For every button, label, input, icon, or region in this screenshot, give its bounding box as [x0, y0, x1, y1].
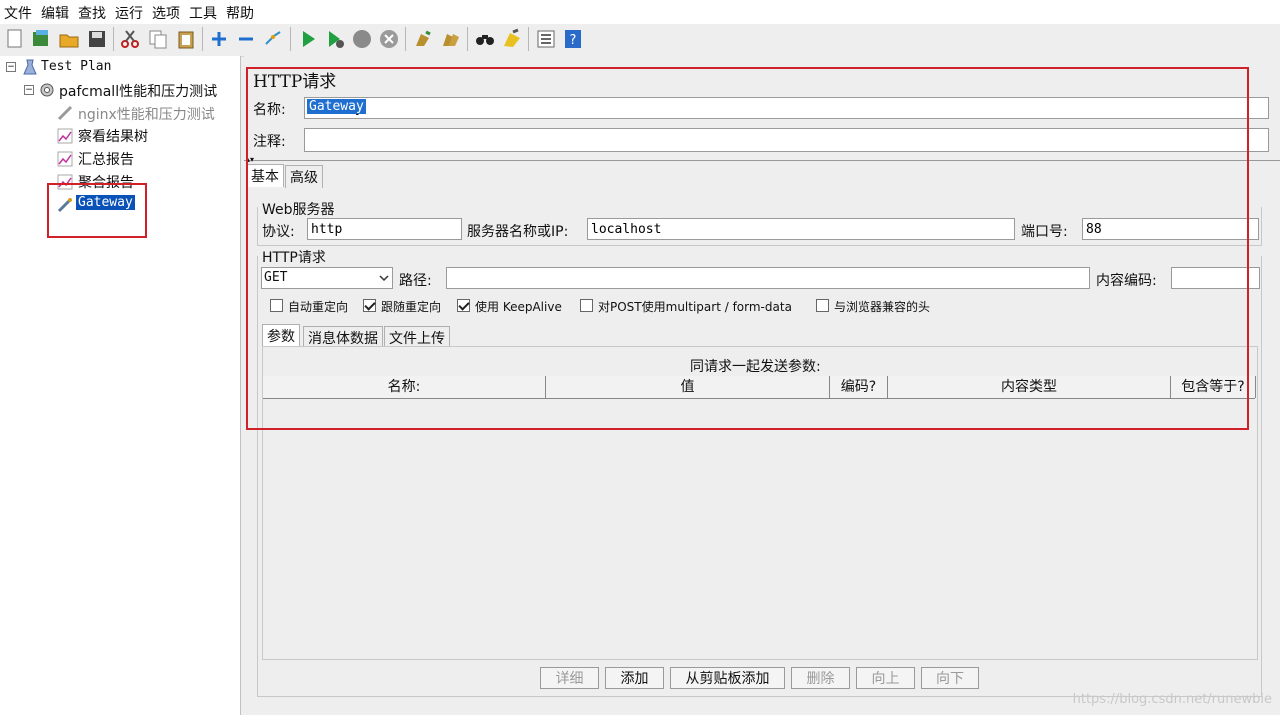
- watermark: https://blog.csdn.net/runewbie: [1072, 692, 1272, 707]
- collapse-icon[interactable]: [235, 28, 257, 50]
- clear-all-icon[interactable]: [440, 28, 462, 50]
- toggle-icon[interactable]: [262, 28, 284, 50]
- menu-options[interactable]: 选项: [152, 3, 180, 23]
- add-button[interactable]: 添加: [605, 667, 664, 689]
- stop-icon[interactable]: [351, 28, 373, 50]
- menu-edit[interactable]: 编辑: [41, 3, 69, 23]
- cut-icon[interactable]: [119, 28, 141, 50]
- highlight-box-panel: [246, 67, 1249, 430]
- menu-search[interactable]: 查找: [78, 3, 106, 23]
- clear-icon[interactable]: [412, 28, 434, 50]
- save-icon[interactable]: [86, 28, 108, 50]
- toolbar-separator: [113, 27, 114, 51]
- templates-icon[interactable]: [30, 28, 52, 50]
- add-from-clipboard-button[interactable]: 从剪贴板添加: [670, 667, 785, 689]
- svg-text:?: ?: [570, 33, 577, 48]
- menu-run[interactable]: 运行: [115, 3, 143, 23]
- function-helper-icon[interactable]: [535, 28, 557, 50]
- help-icon[interactable]: ?: [562, 28, 584, 50]
- shutdown-icon[interactable]: [378, 28, 400, 50]
- toolbar-separator: [467, 27, 468, 51]
- tree-item-view-results-tree[interactable]: 察看结果树: [78, 126, 148, 146]
- test-plan-icon: [23, 59, 37, 75]
- expand-icon[interactable]: [208, 28, 230, 50]
- reset-search-icon[interactable]: [501, 28, 523, 50]
- highlight-box-tree: [47, 183, 147, 238]
- menu-file[interactable]: 文件: [4, 3, 32, 23]
- detail-button[interactable]: 详细: [540, 667, 599, 689]
- down-button[interactable]: 向下: [921, 667, 979, 689]
- disabled-sampler-icon: [57, 105, 73, 121]
- menu-bar: 文件 编辑 查找 运行 选项 工具 帮助: [0, 0, 1280, 24]
- menu-tools[interactable]: 工具: [189, 3, 217, 23]
- tree-item-thread-group[interactable]: pafcmall性能和压力测试: [59, 81, 217, 101]
- start-no-pause-icon[interactable]: [324, 28, 346, 50]
- toolbar: ?: [0, 24, 1280, 57]
- up-button[interactable]: 向上: [856, 667, 915, 689]
- new-icon[interactable]: [4, 28, 26, 50]
- tree-item-nginx[interactable]: nginx性能和压力测试: [78, 104, 215, 124]
- thread-group-gear-icon: [40, 83, 54, 97]
- collapse-toggle-icon[interactable]: −: [6, 62, 16, 72]
- menu-help[interactable]: 帮助: [226, 3, 254, 23]
- toolbar-separator: [202, 27, 203, 51]
- paste-icon[interactable]: [175, 28, 197, 50]
- test-plan-tree: − Test Plan − pafcmall性能和压力测试 nginx性能和压力…: [0, 56, 241, 715]
- delete-button[interactable]: 删除: [791, 667, 850, 689]
- toolbar-separator: [405, 27, 406, 51]
- toolbar-separator: [528, 27, 529, 51]
- open-icon[interactable]: [58, 28, 80, 50]
- listener-chart-icon: [57, 128, 73, 144]
- start-icon[interactable]: [297, 28, 319, 50]
- tree-item-summary-report[interactable]: 汇总报告: [78, 149, 134, 169]
- tree-item-test-plan[interactable]: Test Plan: [41, 59, 111, 74]
- copy-icon[interactable]: [147, 28, 169, 50]
- listener-chart-icon: [57, 151, 73, 167]
- toolbar-separator: [290, 27, 291, 51]
- collapse-toggle-icon[interactable]: −: [24, 85, 34, 95]
- search-icon[interactable]: [474, 28, 496, 50]
